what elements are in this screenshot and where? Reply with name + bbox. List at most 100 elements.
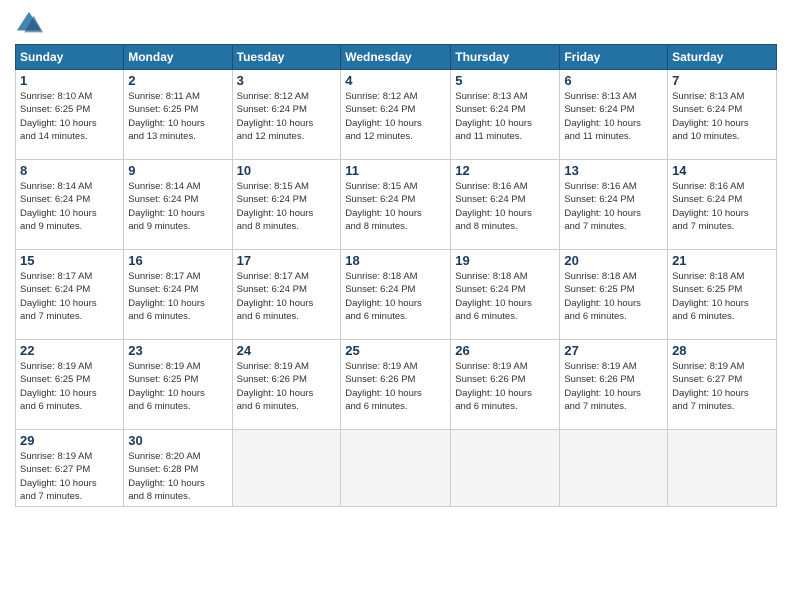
day-number: 2 xyxy=(128,73,227,88)
day-info: Sunrise: 8:13 AM Sunset: 6:24 PM Dayligh… xyxy=(672,90,772,143)
day-number: 13 xyxy=(564,163,663,178)
day-info: Sunrise: 8:10 AM Sunset: 6:25 PM Dayligh… xyxy=(20,90,119,143)
table-row: 30 Sunrise: 8:20 AM Sunset: 6:28 PM Dayli… xyxy=(124,430,232,507)
table-row: 24 Sunrise: 8:19 AM Sunset: 6:26 PM Dayli… xyxy=(232,340,341,430)
day-number: 19 xyxy=(455,253,555,268)
day-info: Sunrise: 8:19 AM Sunset: 6:26 PM Dayligh… xyxy=(345,360,446,413)
calendar-week-row: 29 Sunrise: 8:19 AM Sunset: 6:27 PM Dayli… xyxy=(16,430,777,507)
day-info: Sunrise: 8:15 AM Sunset: 6:24 PM Dayligh… xyxy=(237,180,337,233)
day-header-tuesday: Tuesday xyxy=(232,45,341,70)
day-number: 8 xyxy=(20,163,119,178)
day-number: 25 xyxy=(345,343,446,358)
day-number: 5 xyxy=(455,73,555,88)
day-number: 26 xyxy=(455,343,555,358)
day-info: Sunrise: 8:18 AM Sunset: 6:24 PM Dayligh… xyxy=(345,270,446,323)
calendar-week-row: 8 Sunrise: 8:14 AM Sunset: 6:24 PM Daylig… xyxy=(16,160,777,250)
day-info: Sunrise: 8:12 AM Sunset: 6:24 PM Dayligh… xyxy=(345,90,446,143)
day-number: 4 xyxy=(345,73,446,88)
day-number: 7 xyxy=(672,73,772,88)
day-number: 23 xyxy=(128,343,227,358)
table-row xyxy=(668,430,777,507)
day-header-monday: Monday xyxy=(124,45,232,70)
day-number: 17 xyxy=(237,253,337,268)
day-header-thursday: Thursday xyxy=(451,45,560,70)
table-row: 11 Sunrise: 8:15 AM Sunset: 6:24 PM Dayli… xyxy=(341,160,451,250)
table-row: 3 Sunrise: 8:12 AM Sunset: 6:24 PM Daylig… xyxy=(232,70,341,160)
table-row: 8 Sunrise: 8:14 AM Sunset: 6:24 PM Daylig… xyxy=(16,160,124,250)
day-number: 22 xyxy=(20,343,119,358)
day-info: Sunrise: 8:13 AM Sunset: 6:24 PM Dayligh… xyxy=(455,90,555,143)
header xyxy=(15,10,777,38)
table-row: 21Sunrise: 8:18 AM Sunset: 6:25 PM Dayli… xyxy=(668,250,777,340)
table-row xyxy=(560,430,668,507)
day-number: 12 xyxy=(455,163,555,178)
table-row: 19 Sunrise: 8:18 AM Sunset: 6:24 PM Dayli… xyxy=(451,250,560,340)
table-row: 14 Sunrise: 8:16 AM Sunset: 6:24 PM Dayli… xyxy=(668,160,777,250)
page: SundayMondayTuesdayWednesdayThursdayFrid… xyxy=(0,0,792,612)
day-number: 15 xyxy=(20,253,119,268)
day-info: Sunrise: 8:19 AM Sunset: 6:26 PM Dayligh… xyxy=(237,360,337,413)
day-info: Sunrise: 8:19 AM Sunset: 6:26 PM Dayligh… xyxy=(455,360,555,413)
table-row: 2 Sunrise: 8:11 AM Sunset: 6:25 PM Daylig… xyxy=(124,70,232,160)
day-info: Sunrise: 8:19 AM Sunset: 6:25 PM Dayligh… xyxy=(128,360,227,413)
table-row xyxy=(451,430,560,507)
table-row: 12 Sunrise: 8:16 AM Sunset: 6:24 PM Dayli… xyxy=(451,160,560,250)
day-info: Sunrise: 8:11 AM Sunset: 6:25 PM Dayligh… xyxy=(128,90,227,143)
day-info: Sunrise: 8:19 AM Sunset: 6:27 PM Dayligh… xyxy=(20,450,119,503)
table-row: 6 Sunrise: 8:13 AM Sunset: 6:24 PM Daylig… xyxy=(560,70,668,160)
day-info: Sunrise: 8:19 AM Sunset: 6:26 PM Dayligh… xyxy=(564,360,663,413)
day-info: Sunrise: 8:14 AM Sunset: 6:24 PM Dayligh… xyxy=(128,180,227,233)
table-row xyxy=(232,430,341,507)
day-info: Sunrise: 8:12 AM Sunset: 6:24 PM Dayligh… xyxy=(237,90,337,143)
day-info: Sunrise: 8:17 AM Sunset: 6:24 PM Dayligh… xyxy=(237,270,337,323)
table-row: 1 Sunrise: 8:10 AM Sunset: 6:25 PM Daylig… xyxy=(16,70,124,160)
day-info: Sunrise: 8:18 AM Sunset: 6:25 PM Dayligh… xyxy=(564,270,663,323)
day-info: Sunrise: 8:19 AM Sunset: 6:27 PM Dayligh… xyxy=(672,360,772,413)
day-number: 3 xyxy=(237,73,337,88)
table-row: 26 Sunrise: 8:19 AM Sunset: 6:26 PM Dayli… xyxy=(451,340,560,430)
table-row: 9 Sunrise: 8:14 AM Sunset: 6:24 PM Daylig… xyxy=(124,160,232,250)
table-row: 10 Sunrise: 8:15 AM Sunset: 6:24 PM Dayli… xyxy=(232,160,341,250)
day-info: Sunrise: 8:13 AM Sunset: 6:24 PM Dayligh… xyxy=(564,90,663,143)
day-number: 6 xyxy=(564,73,663,88)
day-info: Sunrise: 8:18 AM Sunset: 6:24 PM Dayligh… xyxy=(455,270,555,323)
table-row: 20 Sunrise: 8:18 AM Sunset: 6:25 PM Dayli… xyxy=(560,250,668,340)
day-info: Sunrise: 8:19 AM Sunset: 6:25 PM Dayligh… xyxy=(20,360,119,413)
day-number: 1 xyxy=(20,73,119,88)
table-row: 16Sunrise: 8:17 AM Sunset: 6:24 PM Dayli… xyxy=(124,250,232,340)
day-number: 24 xyxy=(237,343,337,358)
table-row: 4 Sunrise: 8:12 AM Sunset: 6:24 PM Daylig… xyxy=(341,70,451,160)
day-info: Sunrise: 8:16 AM Sunset: 6:24 PM Dayligh… xyxy=(672,180,772,233)
table-row: 5 Sunrise: 8:13 AM Sunset: 6:24 PM Daylig… xyxy=(451,70,560,160)
day-number: 18 xyxy=(345,253,446,268)
table-row: 15 Sunrise: 8:17 AM Sunset: 6:24 PM Dayli… xyxy=(16,250,124,340)
day-info: Sunrise: 8:17 AM Sunset: 6:24 PM Dayligh… xyxy=(20,270,119,323)
day-number: 29 xyxy=(20,433,119,448)
calendar-week-row: 1 Sunrise: 8:10 AM Sunset: 6:25 PM Daylig… xyxy=(16,70,777,160)
day-info: Sunrise: 8:14 AM Sunset: 6:24 PM Dayligh… xyxy=(20,180,119,233)
calendar-week-row: 15 Sunrise: 8:17 AM Sunset: 6:24 PM Dayli… xyxy=(16,250,777,340)
day-number: 9 xyxy=(128,163,227,178)
day-header-saturday: Saturday xyxy=(668,45,777,70)
day-info: Sunrise: 8:17 AM Sunset: 6:24 PM Dayligh… xyxy=(128,270,227,323)
day-info: Sunrise: 8:15 AM Sunset: 6:24 PM Dayligh… xyxy=(345,180,446,233)
day-number: 14 xyxy=(672,163,772,178)
logo xyxy=(15,10,47,38)
day-number: 10 xyxy=(237,163,337,178)
table-row: 29 Sunrise: 8:19 AM Sunset: 6:27 PM Dayli… xyxy=(16,430,124,507)
day-info: Sunrise: 8:20 AM Sunset: 6:28 PM Dayligh… xyxy=(128,450,227,503)
day-number: 27 xyxy=(564,343,663,358)
table-row: 27 Sunrise: 8:19 AM Sunset: 6:26 PM Dayli… xyxy=(560,340,668,430)
day-number: 11 xyxy=(345,163,446,178)
day-header-wednesday: Wednesday xyxy=(341,45,451,70)
logo-icon xyxy=(15,10,43,38)
table-row: 13Sunrise: 8:16 AM Sunset: 6:24 PM Dayli… xyxy=(560,160,668,250)
table-row: 28 Sunrise: 8:19 AM Sunset: 6:27 PM Dayli… xyxy=(668,340,777,430)
calendar-table: SundayMondayTuesdayWednesdayThursdayFrid… xyxy=(15,44,777,507)
table-row: 23 Sunrise: 8:19 AM Sunset: 6:25 PM Dayli… xyxy=(124,340,232,430)
day-number: 30 xyxy=(128,433,227,448)
day-info: Sunrise: 8:18 AM Sunset: 6:25 PM Dayligh… xyxy=(672,270,772,323)
day-number: 20 xyxy=(564,253,663,268)
day-info: Sunrise: 8:16 AM Sunset: 6:24 PM Dayligh… xyxy=(455,180,555,233)
day-number: 28 xyxy=(672,343,772,358)
